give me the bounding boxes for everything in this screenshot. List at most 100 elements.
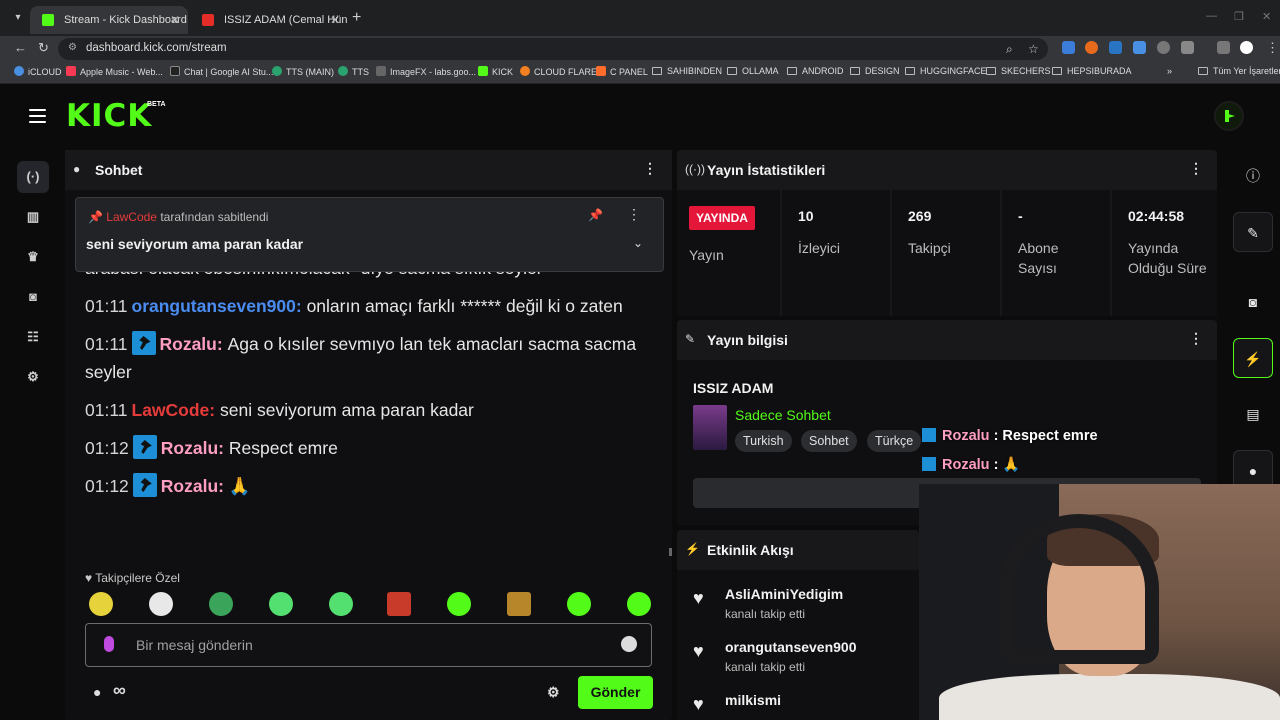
stream-broadcast-icon[interactable]: (·): [17, 161, 49, 193]
points-icon[interactable]: ●: [93, 684, 101, 700]
emote[interactable]: [567, 592, 591, 616]
minimize-icon[interactable]: —: [1206, 10, 1217, 22]
extension-icon[interactable]: [1062, 41, 1075, 54]
chat-menu-icon[interactable]: ⋮: [643, 160, 657, 177]
category-link[interactable]: Sadece Sohbet: [735, 407, 831, 423]
back-icon[interactable]: ←: [14, 40, 27, 55]
chat-settings-gear-icon[interactable]: ⚙: [547, 684, 560, 701]
extension-icon[interactable]: [1157, 41, 1170, 54]
emote[interactable]: [627, 592, 651, 616]
close-window-icon[interactable]: ✕: [1262, 10, 1271, 23]
message-username[interactable]: Rozalu: [160, 334, 217, 354]
message-username[interactable]: Rozalu: [161, 476, 218, 496]
mod-badge-icon: [922, 428, 936, 442]
overlay-chat-line: Rozalu : 🙏: [922, 456, 1020, 473]
info-menu-icon[interactable]: ⋮: [1189, 330, 1203, 347]
browser-tab-active[interactable]: Stream - Kick Dashboard ✕: [30, 6, 188, 34]
activity-user[interactable]: AsliAminiYedigim: [725, 586, 843, 602]
notes-icon[interactable]: ▤: [1233, 394, 1273, 434]
kick-logo[interactable]: KICK: [66, 99, 152, 133]
emote[interactable]: [507, 592, 531, 616]
bookmark-item[interactable]: C PANEL: [596, 66, 648, 77]
analytics-icon[interactable]: ▥: [17, 201, 49, 233]
stats-menu-icon[interactable]: ⋮: [1189, 160, 1203, 177]
bookmark-folder[interactable]: HEPSIBURADA: [1052, 66, 1132, 76]
bookmark-item[interactable]: CLOUD FLARE: [520, 66, 597, 77]
bookmark-folder[interactable]: SKECHERS: [986, 66, 1051, 76]
emoji-picker-icon[interactable]: [621, 636, 637, 652]
message-text: Respect emre: [228, 438, 338, 458]
message-timestamp: 01:11: [85, 334, 128, 354]
pin-icon[interactable]: 📌: [588, 208, 603, 222]
bookmark-item[interactable]: Apple Music - Web...: [66, 66, 163, 77]
extension-icon[interactable]: [1133, 41, 1146, 54]
emote[interactable]: [209, 592, 233, 616]
tab-search-icon[interactable]: ▾: [10, 10, 26, 26]
chat-input-placeholder: Bir mesaj gönderin: [136, 637, 253, 653]
bookmarks-bar: iCLOUD Apple Music - Web... Chat | Googl…: [0, 62, 1280, 84]
bookmark-folder[interactable]: SAHIBINDEN: [652, 66, 722, 76]
bookmarks-overflow-icon[interactable]: »: [1167, 66, 1172, 76]
bookmark-folder[interactable]: ANDROID: [787, 66, 844, 76]
bookmark-folder[interactable]: HUGGINGFACE: [905, 66, 987, 76]
zoom-icon[interactable]: ⌕: [1006, 42, 1013, 57]
bookmark-item[interactable]: iCLOUD: [14, 66, 62, 77]
emote[interactable]: [447, 592, 471, 616]
all-bookmarks-folder[interactable]: Tüm Yer İşaretleri: [1198, 66, 1280, 76]
browser-tab[interactable]: ISSIZ ADAM (Cemal Hünal, Meli… ✕: [190, 6, 348, 34]
browser-menu-icon[interactable]: ⋮: [1266, 40, 1279, 56]
bookmark-item[interactable]: TTS: [338, 66, 369, 77]
pinned-user[interactable]: LawCode: [106, 210, 157, 224]
bookmark-item[interactable]: TTS (MAIN): [272, 66, 334, 77]
microphone-icon[interactable]: [104, 636, 114, 652]
settings-gear-icon[interactable]: ⚙: [17, 361, 49, 393]
info-icon[interactable]: ⓘ: [1233, 156, 1273, 196]
url-text[interactable]: dashboard.kick.com/stream: [86, 42, 227, 54]
extension-icon[interactable]: [1109, 41, 1122, 54]
chevron-down-icon[interactable]: ⌄: [633, 236, 643, 250]
emote[interactable]: [387, 592, 411, 616]
bookmark-folder[interactable]: DESIGN: [850, 66, 900, 76]
hamburger-menu-icon[interactable]: [29, 109, 46, 123]
community-icon[interactable]: ☷: [17, 321, 49, 353]
pinned-message[interactable]: 📌 LawCode tarafından sabitlendi seni sev…: [75, 197, 664, 272]
media-control-icon[interactable]: [1217, 41, 1230, 54]
activity-user[interactable]: milkismi: [725, 692, 781, 708]
trophy-icon[interactable]: ♛: [17, 241, 49, 273]
chat-scrollbar[interactable]: [669, 548, 672, 556]
infinity-icon[interactable]: ∞: [113, 680, 126, 701]
maximize-icon[interactable]: ❐: [1234, 10, 1244, 23]
clip-icon[interactable]: ◙: [17, 281, 49, 313]
pinned-menu-icon[interactable]: ⋮: [627, 206, 641, 223]
edit-pencil-icon[interactable]: ✎: [1233, 212, 1273, 252]
bookmark-item[interactable]: KICK: [478, 66, 513, 77]
message-username[interactable]: Rozalu: [161, 438, 218, 458]
stat-value: 269: [908, 208, 932, 224]
close-tab-icon[interactable]: ✕: [170, 6, 180, 34]
bookmark-star-icon[interactable]: ☆: [1028, 42, 1039, 56]
new-tab-icon[interactable]: +: [352, 9, 361, 27]
user-avatar[interactable]: [1214, 101, 1244, 131]
bookmark-folder[interactable]: OLLAMA: [727, 66, 779, 76]
emote[interactable]: [329, 592, 353, 616]
extension-icon[interactable]: [1085, 41, 1098, 54]
bookmark-item[interactable]: Chat | Google AI Stu...: [170, 66, 273, 77]
extensions-puzzle-icon[interactable]: [1181, 41, 1194, 54]
message-username[interactable]: LawCode: [132, 400, 210, 420]
omnibox[interactable]: ⚙ dashboard.kick.com/stream ⌕ ☆: [58, 38, 1048, 60]
lightning-icon[interactable]: ⚡: [1233, 338, 1273, 378]
activity-user[interactable]: orangutanseven900: [725, 639, 857, 655]
profile-avatar-icon[interactable]: [1240, 41, 1253, 54]
message-username[interactable]: orangutanseven900: [132, 296, 296, 316]
reload-icon[interactable]: ↻: [38, 40, 49, 56]
send-button[interactable]: Gönder: [578, 676, 653, 709]
bookmark-item[interactable]: ImageFX - labs.goo...: [376, 66, 476, 77]
emote[interactable]: [149, 592, 173, 616]
emote[interactable]: [89, 592, 113, 616]
close-tab-icon[interactable]: ✕: [330, 6, 340, 34]
site-info-icon[interactable]: ⚙: [68, 42, 77, 53]
emote[interactable]: [269, 592, 293, 616]
chat-input[interactable]: Bir mesaj gönderin: [85, 623, 652, 667]
pinned-text: seni seviyorum ama paran kadar: [86, 236, 304, 252]
camera-icon[interactable]: ◙: [1233, 282, 1273, 322]
